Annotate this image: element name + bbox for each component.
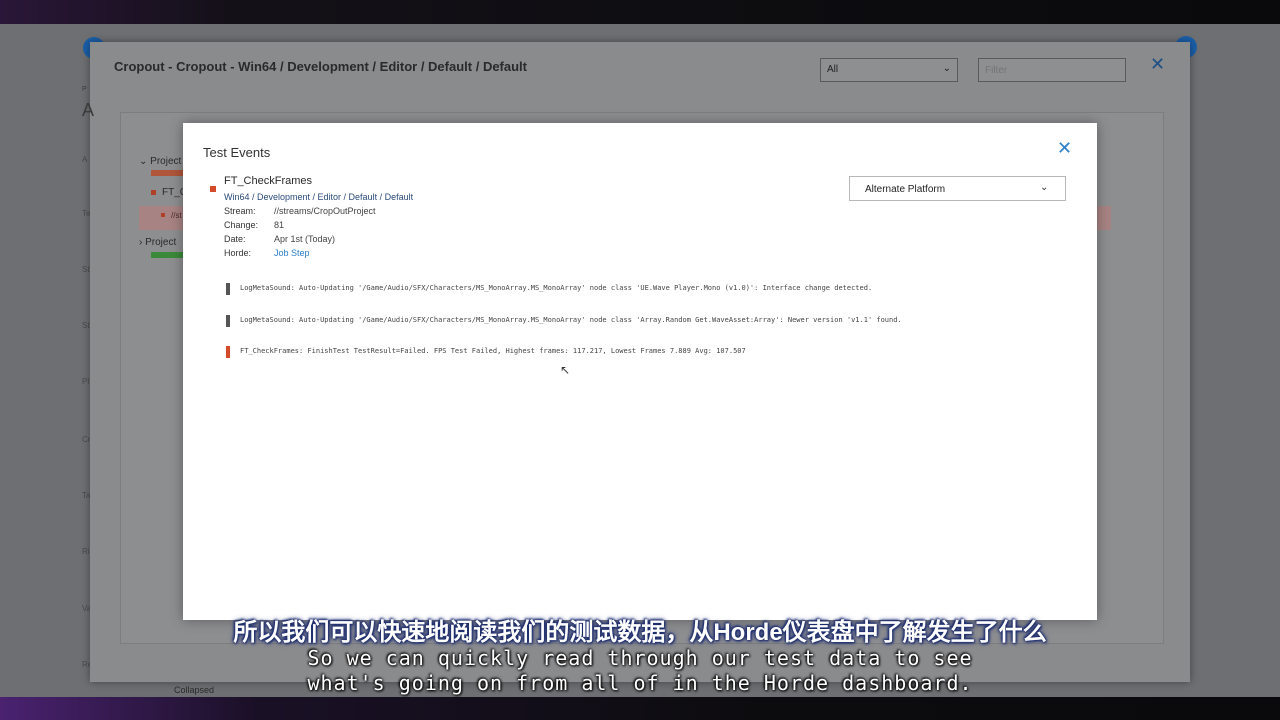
- close-icon[interactable]: ✕: [1150, 54, 1165, 75]
- subtitle-english-line-2: what's going on from all of in the Horde…: [307, 671, 973, 695]
- chevron-down-icon: ⌄: [1040, 182, 1049, 193]
- platform-select[interactable]: Alternate Platform ⌄: [849, 176, 1066, 201]
- sidebar-letter: St: [82, 265, 90, 274]
- modal-title: Test Events: [203, 145, 271, 160]
- platform-select-value: Alternate Platform: [865, 184, 946, 195]
- stream-value: //streams/CropOutProject: [274, 206, 376, 216]
- log-level-marker: [226, 315, 230, 327]
- sidebar-letter: St: [82, 321, 90, 330]
- date-label: Date:: [224, 234, 246, 244]
- dialog-title: Cropout - Cropout - Win64 / Development …: [114, 59, 527, 74]
- tree-item-project[interactable]: ⌄ Project: [139, 156, 181, 167]
- status-filter-select[interactable]: All ⌄: [820, 58, 958, 82]
- log-text: FT_CheckFrames: FinishTest TestResult=Fa…: [240, 347, 746, 355]
- test-events-modal: Test Events ✕ FT_CheckFrames Win64 / Dev…: [183, 123, 1097, 620]
- subtitle-english-line-1: So we can quickly read through our test …: [307, 646, 973, 670]
- log-level-marker: [226, 283, 230, 295]
- progress-bar-red: [151, 170, 185, 176]
- subtitle-chinese: 所以我们可以快速地阅读我们的测试数据，从Horde仪表盘中了解发生了什么: [233, 619, 1047, 646]
- chevron-down-icon: ⌄: [139, 156, 151, 167]
- tree-item-test[interactable]: FT_C: [151, 187, 187, 198]
- video-top-bar: [0, 0, 1280, 24]
- sidebar-letter: A: [82, 155, 88, 164]
- subtitle-english: So we can quickly read through our test …: [0, 646, 1280, 696]
- sidebar-letter: Ri: [82, 547, 90, 556]
- test-status-icon: [210, 186, 216, 192]
- mouse-cursor-icon: ↖: [560, 363, 571, 377]
- date-value: Apr 1st (Today): [274, 234, 336, 244]
- header-small-text: P: [82, 86, 87, 93]
- header-large-text: A: [82, 100, 95, 120]
- log-text: LogMetaSound: Auto-Updating '/Game/Audio…: [240, 284, 873, 292]
- log-level-marker: [226, 346, 230, 358]
- change-label: Change:: [224, 220, 259, 230]
- sidebar-letter: Pl: [82, 377, 90, 386]
- selected-row-edge: [1097, 206, 1111, 230]
- progress-bar-green: [151, 252, 185, 258]
- job-step-link[interactable]: Job Step: [274, 248, 310, 258]
- video-bottom-bar: [0, 697, 1280, 720]
- stream-label: Stream:: [224, 206, 256, 216]
- test-name: FT_CheckFrames: [224, 175, 313, 187]
- tree-item-project[interactable]: › Project: [139, 237, 176, 248]
- change-value: 81: [274, 220, 285, 230]
- close-icon[interactable]: ✕: [1057, 139, 1072, 157]
- status-square: [151, 190, 156, 195]
- status-filter-value: All: [827, 64, 839, 75]
- filter-input[interactable]: [978, 58, 1126, 82]
- status-square: [161, 213, 165, 217]
- horde-label: Horde:: [224, 248, 252, 258]
- test-path: Win64 / Development / Editor / Default /…: [224, 192, 414, 202]
- log-text: LogMetaSound: Auto-Updating '/Game/Audio…: [240, 316, 902, 324]
- chevron-down-icon: ⌄: [942, 63, 951, 74]
